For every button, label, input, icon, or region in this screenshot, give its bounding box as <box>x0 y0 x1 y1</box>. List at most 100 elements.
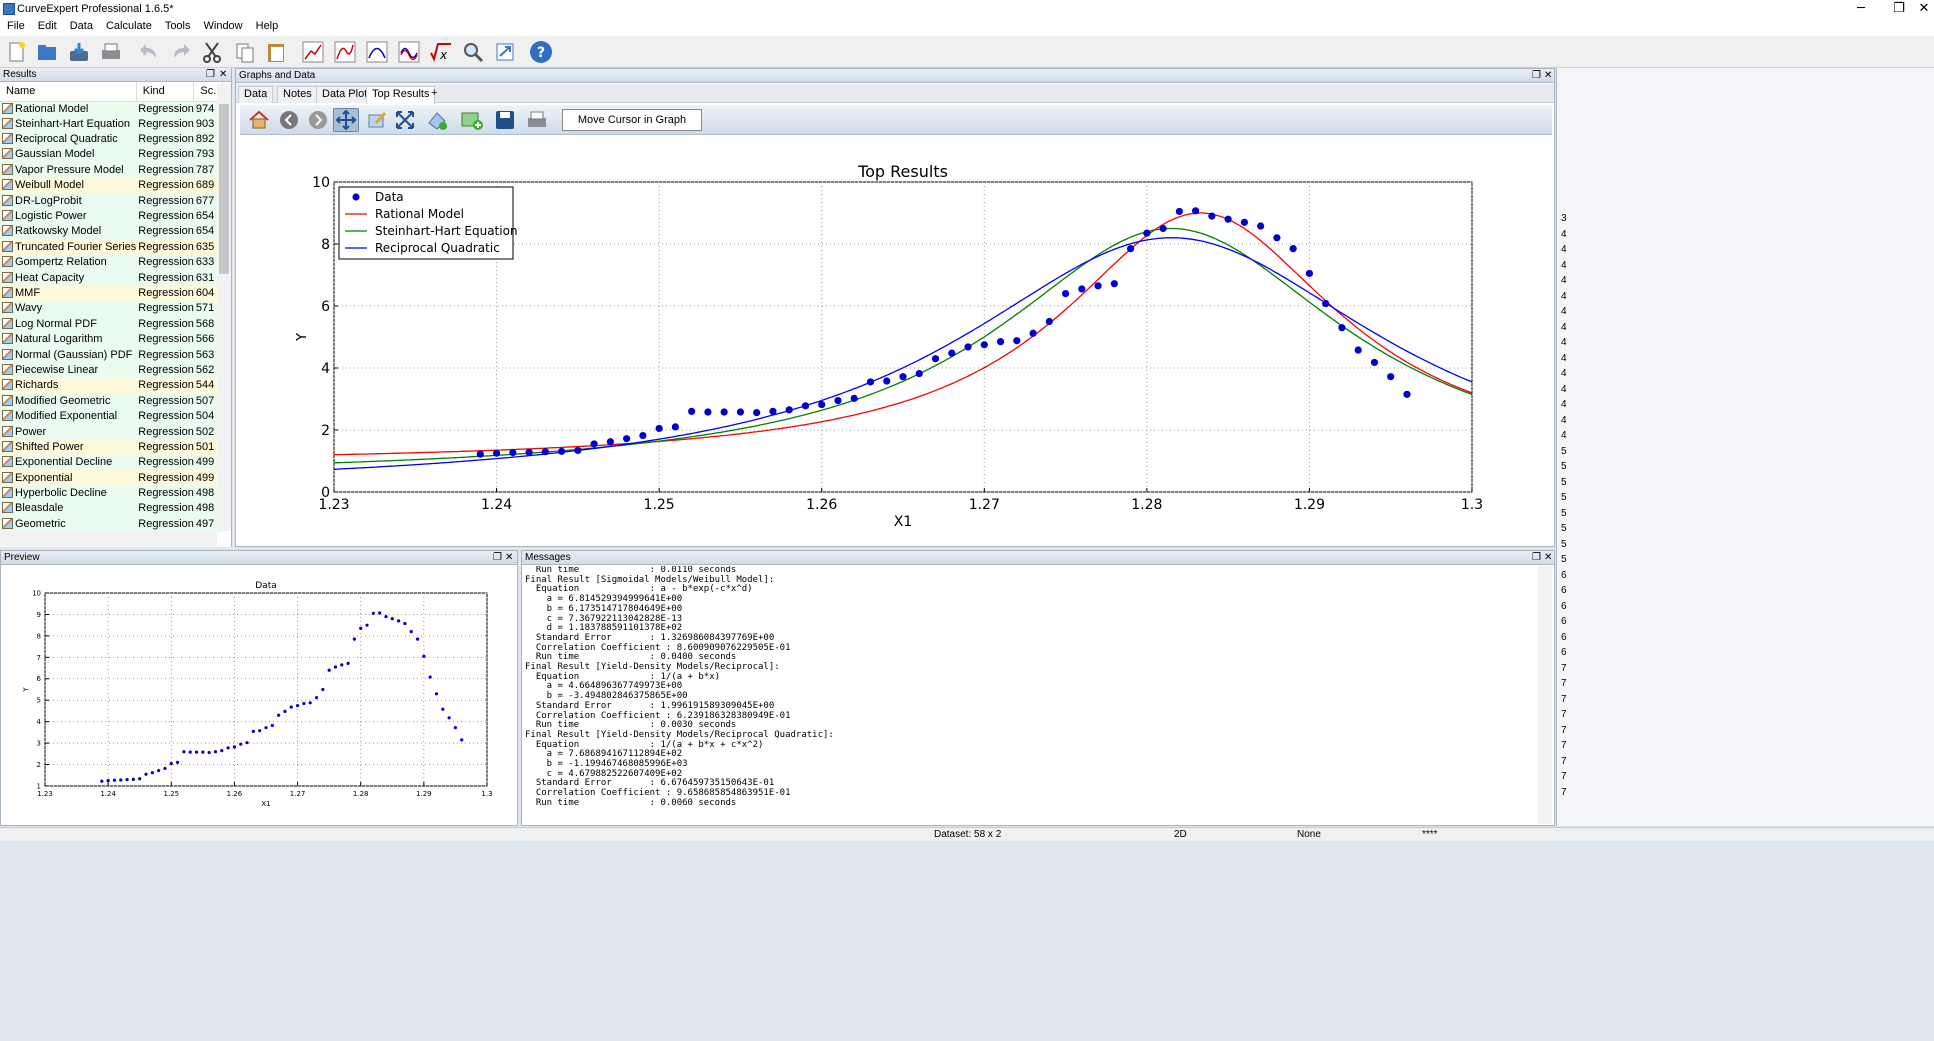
results-horizontal-scrollbar[interactable] <box>0 532 217 546</box>
result-name-cell[interactable]: Vapor Pressure Model <box>0 162 137 179</box>
plot-curve-icon[interactable] <box>332 39 358 65</box>
result-name-cell[interactable]: Log Normal PDF <box>0 316 137 332</box>
column-header-kind[interactable]: Kind <box>136 82 195 102</box>
table-row[interactable]: Geometric Regression 497 <box>0 516 223 533</box>
tab-notes[interactable]: Notes <box>277 86 318 103</box>
messages-vertical-scrollbar[interactable] <box>1538 566 1552 824</box>
table-row[interactable]: Steinhart-Hart Equation Regression 903 <box>0 116 223 132</box>
result-name-cell[interactable]: Exponential Decline <box>0 455 137 471</box>
result-name-cell[interactable]: Gompertz Relation <box>0 255 137 271</box>
menu-data[interactable]: Data <box>63 18 99 32</box>
table-row[interactable]: Shifted Power Regression 501 <box>0 439 223 456</box>
undo-icon[interactable] <box>136 39 162 65</box>
table-row[interactable]: Heat Capacity Regression 631 <box>0 270 223 286</box>
save-plot-icon[interactable] <box>492 108 518 132</box>
table-row[interactable]: DR-LogProbit Regression 677 <box>0 193 223 209</box>
back-icon[interactable] <box>276 108 302 132</box>
plot-scatter-icon[interactable] <box>300 39 326 65</box>
result-name-cell[interactable]: Steinhart-Hart Equation <box>0 116 137 132</box>
table-row[interactable]: Gaussian Model Regression 793 <box>0 147 223 163</box>
table-row[interactable]: Natural Logarithm Regression 566 <box>0 331 223 348</box>
edit-axes-icon[interactable] <box>364 108 390 132</box>
result-name-cell[interactable]: Hyperbolic Decline <box>0 485 137 502</box>
float-panel-icon[interactable]: ❐ <box>1532 551 1541 565</box>
menu-help[interactable]: Help <box>249 18 285 32</box>
pan-icon[interactable] <box>333 108 359 132</box>
close-button[interactable]: ✕ <box>1914 0 1934 18</box>
result-name-cell[interactable]: Power <box>0 424 137 440</box>
table-row[interactable]: Modified Exponential Regression 504 <box>0 408 223 425</box>
home-icon[interactable] <box>246 108 272 132</box>
menu-tools[interactable]: Tools <box>158 18 197 32</box>
close-panel-icon[interactable]: ✕ <box>1544 69 1552 83</box>
menu-window[interactable]: Window <box>197 18 249 32</box>
menu-edit[interactable]: Edit <box>31 18 63 32</box>
result-name-cell[interactable]: Piecewise Linear <box>0 362 137 379</box>
export-icon[interactable] <box>492 39 518 65</box>
close-panel-icon[interactable]: ✕ <box>1544 551 1552 565</box>
table-row[interactable]: MMF Regression 604 <box>0 285 223 302</box>
result-name-cell[interactable]: Heat Capacity <box>0 270 137 286</box>
table-row[interactable]: Vapor Pressure Model Regression 787 <box>0 162 223 179</box>
result-name-cell[interactable]: Ratkowsky Model <box>0 224 137 240</box>
cut-icon[interactable] <box>199 39 225 65</box>
add-annotation-icon[interactable] <box>424 108 450 132</box>
result-name-cell[interactable]: Shifted Power <box>0 439 137 456</box>
result-name-cell[interactable]: Modified Geometric <box>0 393 137 409</box>
table-row[interactable]: Hyperbolic Decline Regression 498 <box>0 485 223 502</box>
table-row[interactable]: Normal (Gaussian) PDF Regression 563 <box>0 347 223 363</box>
table-row[interactable]: Exponential Decline Regression 499 <box>0 455 223 471</box>
float-panel-icon[interactable]: ❐ <box>1532 69 1541 83</box>
menu-file[interactable]: File <box>0 18 31 32</box>
plot-fit-icon[interactable] <box>364 39 390 65</box>
tab-add[interactable]: + <box>426 86 442 103</box>
column-header-name[interactable]: Name <box>0 82 137 102</box>
print-icon[interactable] <box>98 39 124 65</box>
table-row[interactable]: Piecewise Linear Regression 562 <box>0 362 223 379</box>
table-row[interactable]: Truncated Fourier Series Regression 635 <box>0 239 223 256</box>
plot-residual-icon[interactable] <box>396 39 422 65</box>
result-name-cell[interactable]: Gaussian Model <box>0 147 137 163</box>
result-name-cell[interactable]: MMF <box>0 285 137 302</box>
result-name-cell[interactable]: Truncated Fourier Series <box>0 239 137 256</box>
tab-data[interactable]: Data <box>238 86 274 103</box>
preview-chart[interactable]: 1.23 1.24 1.25 1.26 1.27 1.28 1.29 1.3 1 2 3 4 5 6 7 8 9… <box>11 579 511 819</box>
table-row[interactable]: Modified Geometric Regression 507 <box>0 393 223 409</box>
close-panel-icon[interactable]: ✕ <box>505 551 513 565</box>
table-row[interactable]: Power Regression 502 <box>0 424 223 440</box>
tab-data-plot[interactable]: Data Plot <box>316 86 374 103</box>
table-row[interactable]: Reciprocal Quadratic Regression 892 <box>0 131 223 148</box>
table-row[interactable]: Ratkowsky Model Regression 654 <box>0 224 223 240</box>
move-cursor-mode-select[interactable]: Move Cursor in Graph <box>562 109 702 131</box>
table-row[interactable]: Logistic Power Regression 654 <box>0 208 223 225</box>
result-name-cell[interactable]: Rational Model <box>0 101 137 117</box>
result-name-cell[interactable]: Geometric <box>0 516 137 533</box>
result-name-cell[interactable]: Wavy <box>0 301 137 317</box>
zoom-icon[interactable] <box>460 39 486 65</box>
result-name-cell[interactable]: Normal (Gaussian) PDF <box>0 347 137 363</box>
scrollbar-thumb[interactable] <box>219 104 229 274</box>
table-row[interactable]: Gompertz Relation Regression 633 <box>0 255 223 271</box>
copy-icon[interactable] <box>232 39 258 65</box>
table-row[interactable]: Weibull Model Regression 689 <box>0 178 223 194</box>
result-name-cell[interactable]: Modified Exponential <box>0 408 137 425</box>
result-name-cell[interactable]: Reciprocal Quadratic <box>0 131 137 148</box>
new-file-icon[interactable] <box>4 39 30 65</box>
top-results-chart[interactable]: 1.23 1.24 1.25 1.26 1.27 1.28 1.29 1.30246810To… <box>296 157 1546 527</box>
add-image-icon[interactable] <box>459 108 485 132</box>
float-panel-icon[interactable]: ❐ <box>493 551 502 565</box>
help-icon[interactable]: ? <box>528 39 554 65</box>
table-row[interactable]: Richards Regression 544 <box>0 378 223 394</box>
redo-icon[interactable] <box>168 39 194 65</box>
result-name-cell[interactable]: DR-LogProbit <box>0 193 137 209</box>
close-panel-icon[interactable]: ✕ <box>219 68 227 82</box>
result-name-cell[interactable]: Weibull Model <box>0 178 137 194</box>
table-row[interactable]: Wavy Regression 571 <box>0 301 223 317</box>
forward-icon[interactable] <box>305 108 331 132</box>
table-row[interactable]: Log Normal PDF Regression 568 <box>0 316 223 332</box>
table-row[interactable]: Rational Model Regression 974 <box>0 101 223 117</box>
paste-icon[interactable] <box>263 39 289 65</box>
menu-calculate[interactable]: Calculate <box>99 18 158 32</box>
float-panel-icon[interactable]: ❐ <box>206 68 215 82</box>
table-row[interactable]: Bleasdale Regression 498 <box>0 501 223 517</box>
